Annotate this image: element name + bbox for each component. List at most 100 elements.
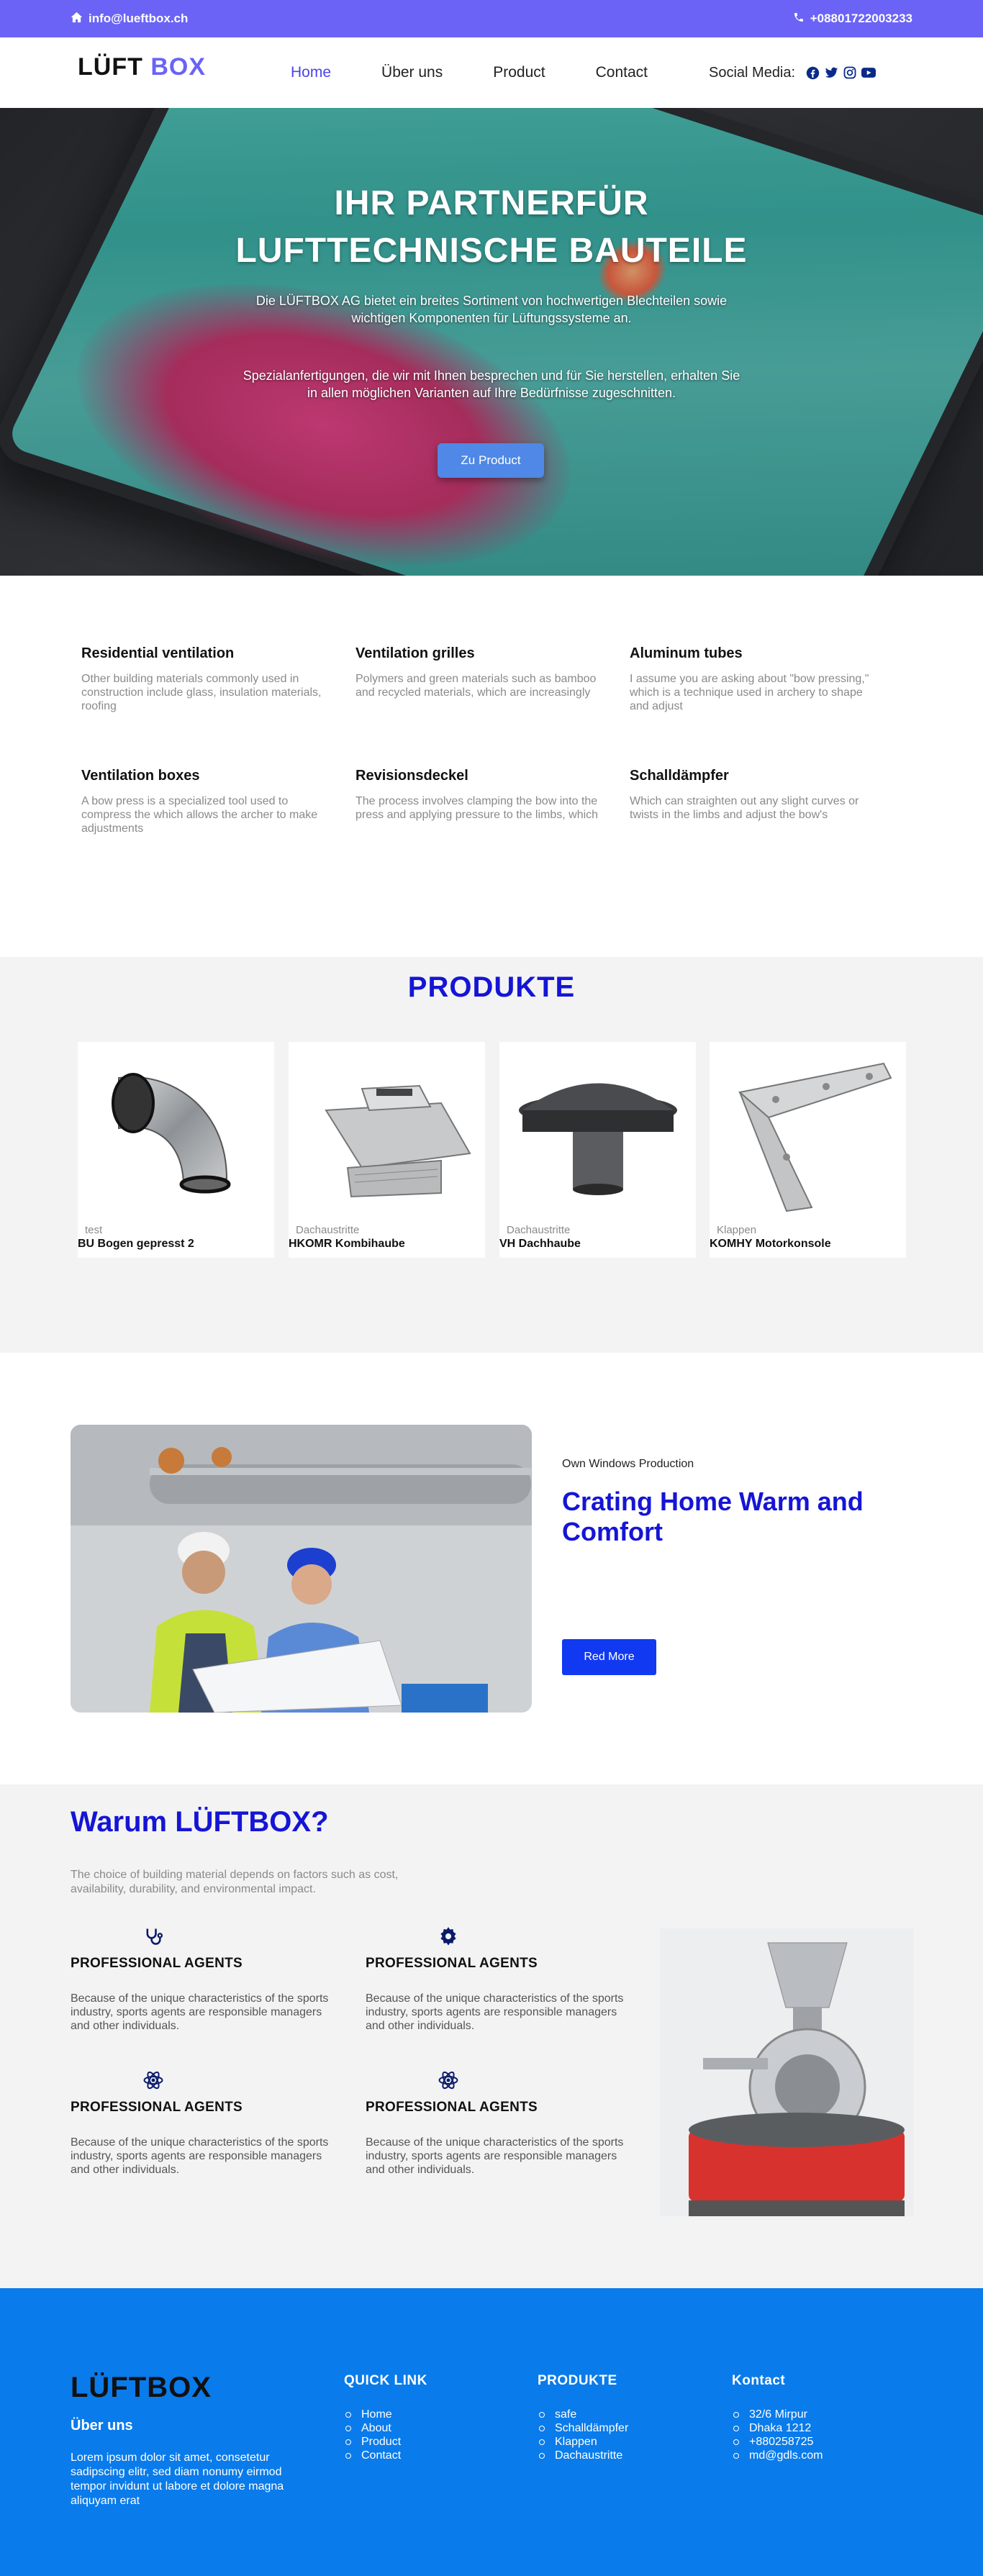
feature-text: Which can straighten out any slight curv… bbox=[630, 795, 859, 821]
youtube-icon[interactable] bbox=[861, 65, 876, 80]
nav-menu: Home Über uns Product Contact bbox=[291, 37, 698, 108]
footer-logo[interactable]: LÜFTBOX bbox=[71, 2372, 212, 2404]
nav-item-product[interactable]: Product bbox=[493, 64, 545, 81]
agent-title: PROFESSIONAL AGENTS bbox=[71, 2100, 243, 2115]
agent-title: PROFESSIONAL AGENTS bbox=[71, 1956, 243, 1971]
feature-text: I assume you are asking about "bow press… bbox=[630, 673, 869, 712]
product-card[interactable]: Dachaustritte VH Dachhaube bbox=[499, 1042, 696, 1258]
product-name[interactable]: HKOMR Kombihaube bbox=[289, 1238, 405, 1251]
product-name[interactable]: BU Bogen gepresst 2 bbox=[78, 1238, 194, 1251]
footer-phone[interactable]: +880258725 bbox=[732, 2435, 823, 2449]
phone-text[interactable]: +08801722003233 bbox=[810, 12, 912, 26]
hero-paragraph-1: Die LÜFTBOX AG bietet ein breites Sortim… bbox=[255, 294, 728, 325]
why-intro: The choice of building material depends … bbox=[71, 1869, 399, 1895]
product-image-bracket[interactable] bbox=[710, 1042, 906, 1222]
footer-about-text: Lorem ipsum dolor sit amet, consetetur s… bbox=[71, 2452, 284, 2507]
feature-text: Polymers and green materials such as bam… bbox=[355, 673, 597, 699]
agent-item: PROFESSIONAL AGENTS Because of the uniqu… bbox=[71, 2069, 337, 2177]
feature-text: The process involves clamping the bow in… bbox=[355, 795, 599, 821]
main-nav: LÜFT BOX Home Über uns Product Contact S… bbox=[0, 37, 983, 108]
hero-section: IHR PARTNERFÜR LUFTTECHNISCHE BAUTEILE D… bbox=[0, 108, 983, 576]
nav-item-contact[interactable]: Contact bbox=[596, 64, 648, 81]
footer-link-about[interactable]: About bbox=[344, 2421, 427, 2435]
stethoscope-icon bbox=[142, 1926, 164, 1947]
instagram-icon[interactable] bbox=[843, 65, 857, 80]
email-text[interactable]: info@lueftbox.ch bbox=[89, 12, 188, 26]
footer-link-product[interactable]: Product bbox=[344, 2435, 427, 2449]
product-image-roof-hood[interactable] bbox=[499, 1042, 696, 1222]
footer: LÜFTBOX Über uns Lorem ipsum dolor sit a… bbox=[0, 2288, 983, 2576]
atom-icon bbox=[142, 2069, 164, 2091]
feature-item: Ventilation boxes A bow press is a speci… bbox=[81, 768, 326, 835]
top-bar: info@lueftbox.ch +08801722003233 bbox=[0, 0, 983, 37]
feature-item: Revisionsdeckel The process involves cla… bbox=[355, 768, 600, 822]
feature-title: Revisionsdeckel bbox=[355, 768, 468, 784]
feature-title: Ventilation grilles bbox=[355, 645, 475, 661]
product-image-elbow[interactable] bbox=[78, 1042, 274, 1222]
feature-item: Aluminum tubes I assume you are asking a… bbox=[630, 645, 874, 713]
agent-text: Because of the unique characteristics of… bbox=[71, 1992, 329, 2032]
agent-text: Because of the unique characteristics of… bbox=[366, 1992, 624, 2032]
feature-item: Residential ventilation Other building m… bbox=[81, 645, 326, 713]
footer-product-link[interactable]: Schalldämpfer bbox=[538, 2421, 628, 2435]
footer-product-link[interactable]: Dachaustritte bbox=[538, 2449, 628, 2462]
feature-text: Other building materials commonly used i… bbox=[81, 673, 322, 712]
footer-column-title: PRODUKTE bbox=[538, 2373, 617, 2388]
feature-text: A bow press is a specialized tool used t… bbox=[81, 795, 318, 835]
social-label: Social Media: bbox=[709, 64, 796, 81]
home-icon bbox=[71, 12, 83, 27]
social-media: Social Media: bbox=[709, 37, 876, 108]
product-name[interactable]: VH Dachhaube bbox=[499, 1238, 581, 1251]
footer-email[interactable]: md@gdls.com bbox=[732, 2449, 823, 2462]
logo-part-2: BOX bbox=[150, 53, 206, 81]
footer-link-contact[interactable]: Contact bbox=[344, 2449, 427, 2462]
product-card[interactable]: Dachaustritte HKOMR Kombihaube bbox=[289, 1042, 485, 1258]
agent-text: Because of the unique characteristics of… bbox=[366, 2136, 624, 2176]
footer-product-link[interactable]: Klappen bbox=[538, 2435, 628, 2449]
hero-paragraph-2: Spezialanfertigungen, die wir mit Ihnen … bbox=[243, 368, 740, 400]
facebook-icon[interactable] bbox=[805, 65, 820, 80]
footer-product-link[interactable]: safe bbox=[538, 2408, 628, 2421]
nav-item-uber-uns[interactable]: Über uns bbox=[381, 64, 443, 81]
product-category: Dachaustritte bbox=[507, 1224, 571, 1236]
about-image-workers bbox=[71, 1425, 532, 1713]
agent-title: PROFESSIONAL AGENTS bbox=[366, 1956, 538, 1971]
feature-title: Ventilation boxes bbox=[81, 768, 200, 784]
phone-icon bbox=[793, 12, 805, 27]
product-category: Klappen bbox=[717, 1224, 757, 1236]
agent-text: Because of the unique characteristics of… bbox=[71, 2136, 329, 2176]
about-heading: Crating Home Warm and Comfort bbox=[562, 1487, 864, 1546]
zu-product-button[interactable]: Zu Product bbox=[438, 443, 544, 478]
top-phone[interactable]: +08801722003233 bbox=[793, 0, 912, 37]
nav-item-home[interactable]: Home bbox=[291, 64, 331, 81]
footer-kontakt: Kontact 32/6 Mirpur Dhaka 1212 +88025872… bbox=[732, 2373, 823, 2462]
footer-city: Dhaka 1212 bbox=[732, 2421, 823, 2435]
agent-title: PROFESSIONAL AGENTS bbox=[366, 2100, 538, 2115]
product-image-hood[interactable] bbox=[289, 1042, 485, 1222]
atom-icon bbox=[438, 2069, 459, 2091]
products-heading: PRODUKTE bbox=[407, 971, 576, 1003]
logo-part-1: LÜFT bbox=[78, 53, 143, 81]
product-name[interactable]: KOMHY Motorkonsole bbox=[710, 1238, 831, 1251]
footer-produkte: PRODUKTE safe Schalldämpfer Klappen Dach… bbox=[538, 2373, 628, 2462]
gear-icon bbox=[438, 1926, 459, 1947]
read-more-button[interactable]: Red More bbox=[562, 1639, 656, 1675]
footer-link-home[interactable]: Home bbox=[344, 2408, 427, 2421]
footer-quick-link: QUICK LINK Home About Product Contact bbox=[344, 2373, 427, 2462]
feature-title: Schalldämpfer bbox=[630, 768, 729, 784]
top-email[interactable]: info@lueftbox.ch bbox=[71, 0, 188, 37]
feature-title: Residential ventilation bbox=[81, 645, 235, 661]
product-category: test bbox=[85, 1224, 103, 1236]
feature-item: Ventilation grilles Polymers and green m… bbox=[355, 645, 600, 699]
why-section: Warum LÜFTBOX? The choice of building ma… bbox=[0, 1784, 983, 2288]
footer-column-title: Kontact bbox=[732, 2373, 786, 2388]
agent-item: PROFESSIONAL AGENTS Because of the uniqu… bbox=[366, 2069, 632, 2177]
products-section: PRODUKTE test BU Bogen gepresst 2 Dachau… bbox=[0, 957, 983, 1353]
about-kicker: Own Windows Production bbox=[562, 1458, 694, 1470]
coffee-roaster-image bbox=[660, 1928, 913, 2216]
why-heading: Warum LÜFTBOX? bbox=[71, 1806, 329, 1838]
site-logo[interactable]: LÜFT BOX bbox=[78, 53, 206, 81]
product-card[interactable]: test BU Bogen gepresst 2 bbox=[78, 1042, 274, 1258]
product-card[interactable]: Klappen KOMHY Motorkonsole bbox=[710, 1042, 906, 1258]
twitter-icon[interactable] bbox=[824, 65, 838, 80]
